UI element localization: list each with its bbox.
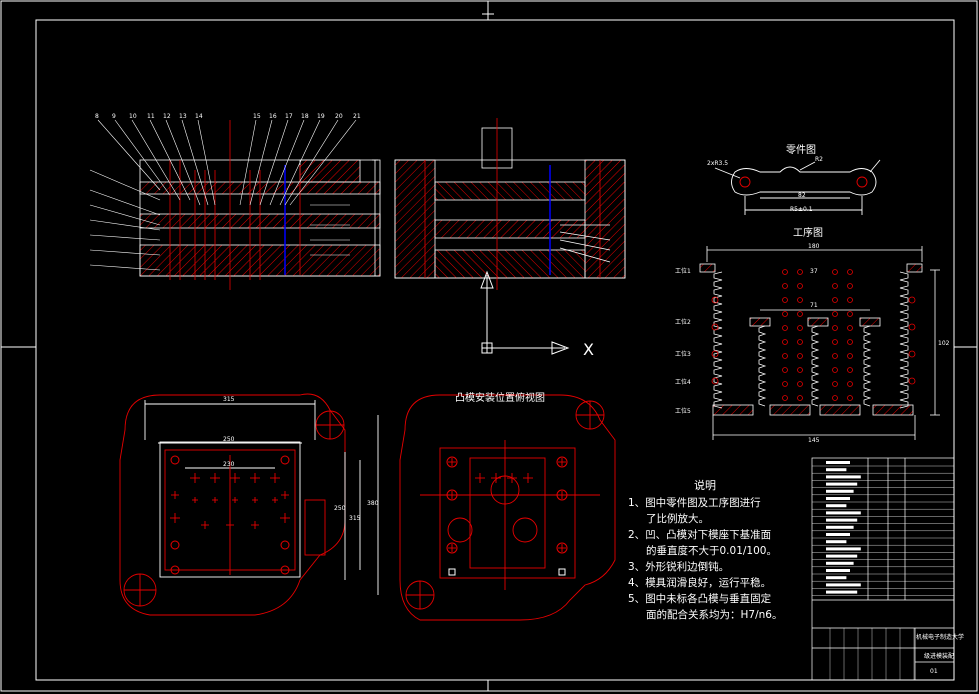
- note-3: 3、外形锐利边倒钝。: [628, 559, 808, 575]
- note-1-line-2: 了比例放大。: [646, 513, 709, 525]
- dim-part-tol: R5±0.1: [790, 206, 813, 213]
- dim-plate-height3: 380: [367, 500, 379, 507]
- balloon-18: 18: [301, 113, 309, 120]
- ucs-x-label: X: [583, 340, 594, 359]
- station-3: 工位3: [675, 351, 691, 358]
- title-block-rows: [812, 461, 954, 680]
- notes-heading: 说明: [694, 479, 716, 492]
- balloon-19: 19: [317, 113, 325, 120]
- balloon-13: 13: [179, 113, 187, 120]
- punch-layout-title: 凸模安装位置俯视图: [455, 393, 545, 404]
- dim-process-height: 102: [938, 340, 950, 347]
- title-block-sheet: 01: [930, 668, 938, 675]
- technical-notes: 说明 1、图中零件图及工序图进行 了比例放大。 2、凹、凸模对下模座下基准面 的…: [628, 478, 808, 623]
- balloon-numbers: 8 9 10 11 12 13 14 15 16 17 18 19 20 21: [95, 113, 361, 120]
- dim-part-len: 82: [798, 192, 806, 199]
- balloon-17: 17: [285, 113, 293, 120]
- note-4-num: 4、: [628, 577, 646, 589]
- note-5-line-2: 面的配合关系均为：H7/n6。: [646, 609, 783, 621]
- dim-part-r: R2: [815, 156, 823, 163]
- note-1: 1、图中零件图及工序图进行 了比例放大。: [628, 495, 808, 527]
- balloon-8: 8: [95, 113, 99, 120]
- balloon-12: 12: [163, 113, 171, 120]
- note-5-num: 5、: [628, 593, 646, 605]
- note-2-line-2: 的垂直度不大于0.01/100。: [646, 545, 777, 557]
- dim-process-inner: 71: [810, 302, 818, 309]
- note-1-num: 1、: [628, 497, 646, 509]
- note-2-num: 2、: [628, 529, 646, 541]
- balloon-21: 21: [353, 113, 361, 120]
- balloon-20: 20: [335, 113, 343, 120]
- dim-part-hole: 2xR3.5: [707, 160, 729, 167]
- note-4: 4、模具润滑良好，运行平稳。: [628, 575, 808, 591]
- station-5: 工位5: [675, 408, 691, 415]
- dim-plate-height2: 250: [334, 505, 346, 512]
- note-3-line-1: 外形锐利边倒钝。: [645, 561, 730, 573]
- balloon-9: 9: [112, 113, 116, 120]
- note-2: 2、凹、凸模对下模座下基准面 的垂直度不大于0.01/100。: [628, 527, 808, 559]
- dim-process-width: 180: [808, 243, 820, 250]
- process-drawing-title: 工序图: [793, 228, 823, 239]
- balloon-10: 10: [129, 113, 137, 120]
- dim-plate-width: 315: [223, 396, 235, 403]
- dim-plate-inner: 250: [223, 436, 235, 443]
- balloon-15: 15: [253, 113, 261, 120]
- title-block-name: 级进模装配: [924, 653, 955, 660]
- dim-process-pitch: 37: [810, 268, 818, 275]
- balloon-14: 14: [195, 113, 203, 120]
- note-5-line-1: 图中未标各凸模与垂直固定: [645, 593, 772, 605]
- station-4: 工位4: [675, 379, 691, 386]
- note-2-line-1: 凹、凸模对下模座下基准面: [645, 529, 772, 541]
- dim-plate-inner2: 230: [223, 461, 235, 468]
- balloon-16: 16: [269, 113, 277, 120]
- side-section-view: [394, 118, 626, 290]
- punch-layout-view: [399, 394, 616, 621]
- note-5: 5、图中未标各凸模与垂直固定 面的配合关系均为：H7/n6。: [628, 591, 808, 623]
- note-4-line-1: 模具润滑良好，运行平稳。: [645, 577, 772, 589]
- station-1: 工位1: [675, 268, 691, 275]
- station-2: 工位2: [675, 319, 691, 326]
- note-3-num: 3、: [628, 561, 646, 573]
- ucs-icon: [480, 270, 570, 355]
- dim-process-bottom: 145: [808, 437, 820, 444]
- balloon-11: 11: [147, 113, 155, 120]
- dim-plate-height: 315: [349, 515, 361, 522]
- part-drawing-title: 零件图: [786, 145, 816, 156]
- sheet-frame: [0, 0, 978, 692]
- cad-drawing: 8 9 10 11 12 13 14 15 16 17 18 19 20 21: [0, 0, 978, 692]
- title-block-school: 机械电子制造大学: [916, 634, 965, 641]
- note-1-line-1: 图中零件图及工序图进行: [645, 497, 761, 509]
- process-drawing: [699, 246, 940, 440]
